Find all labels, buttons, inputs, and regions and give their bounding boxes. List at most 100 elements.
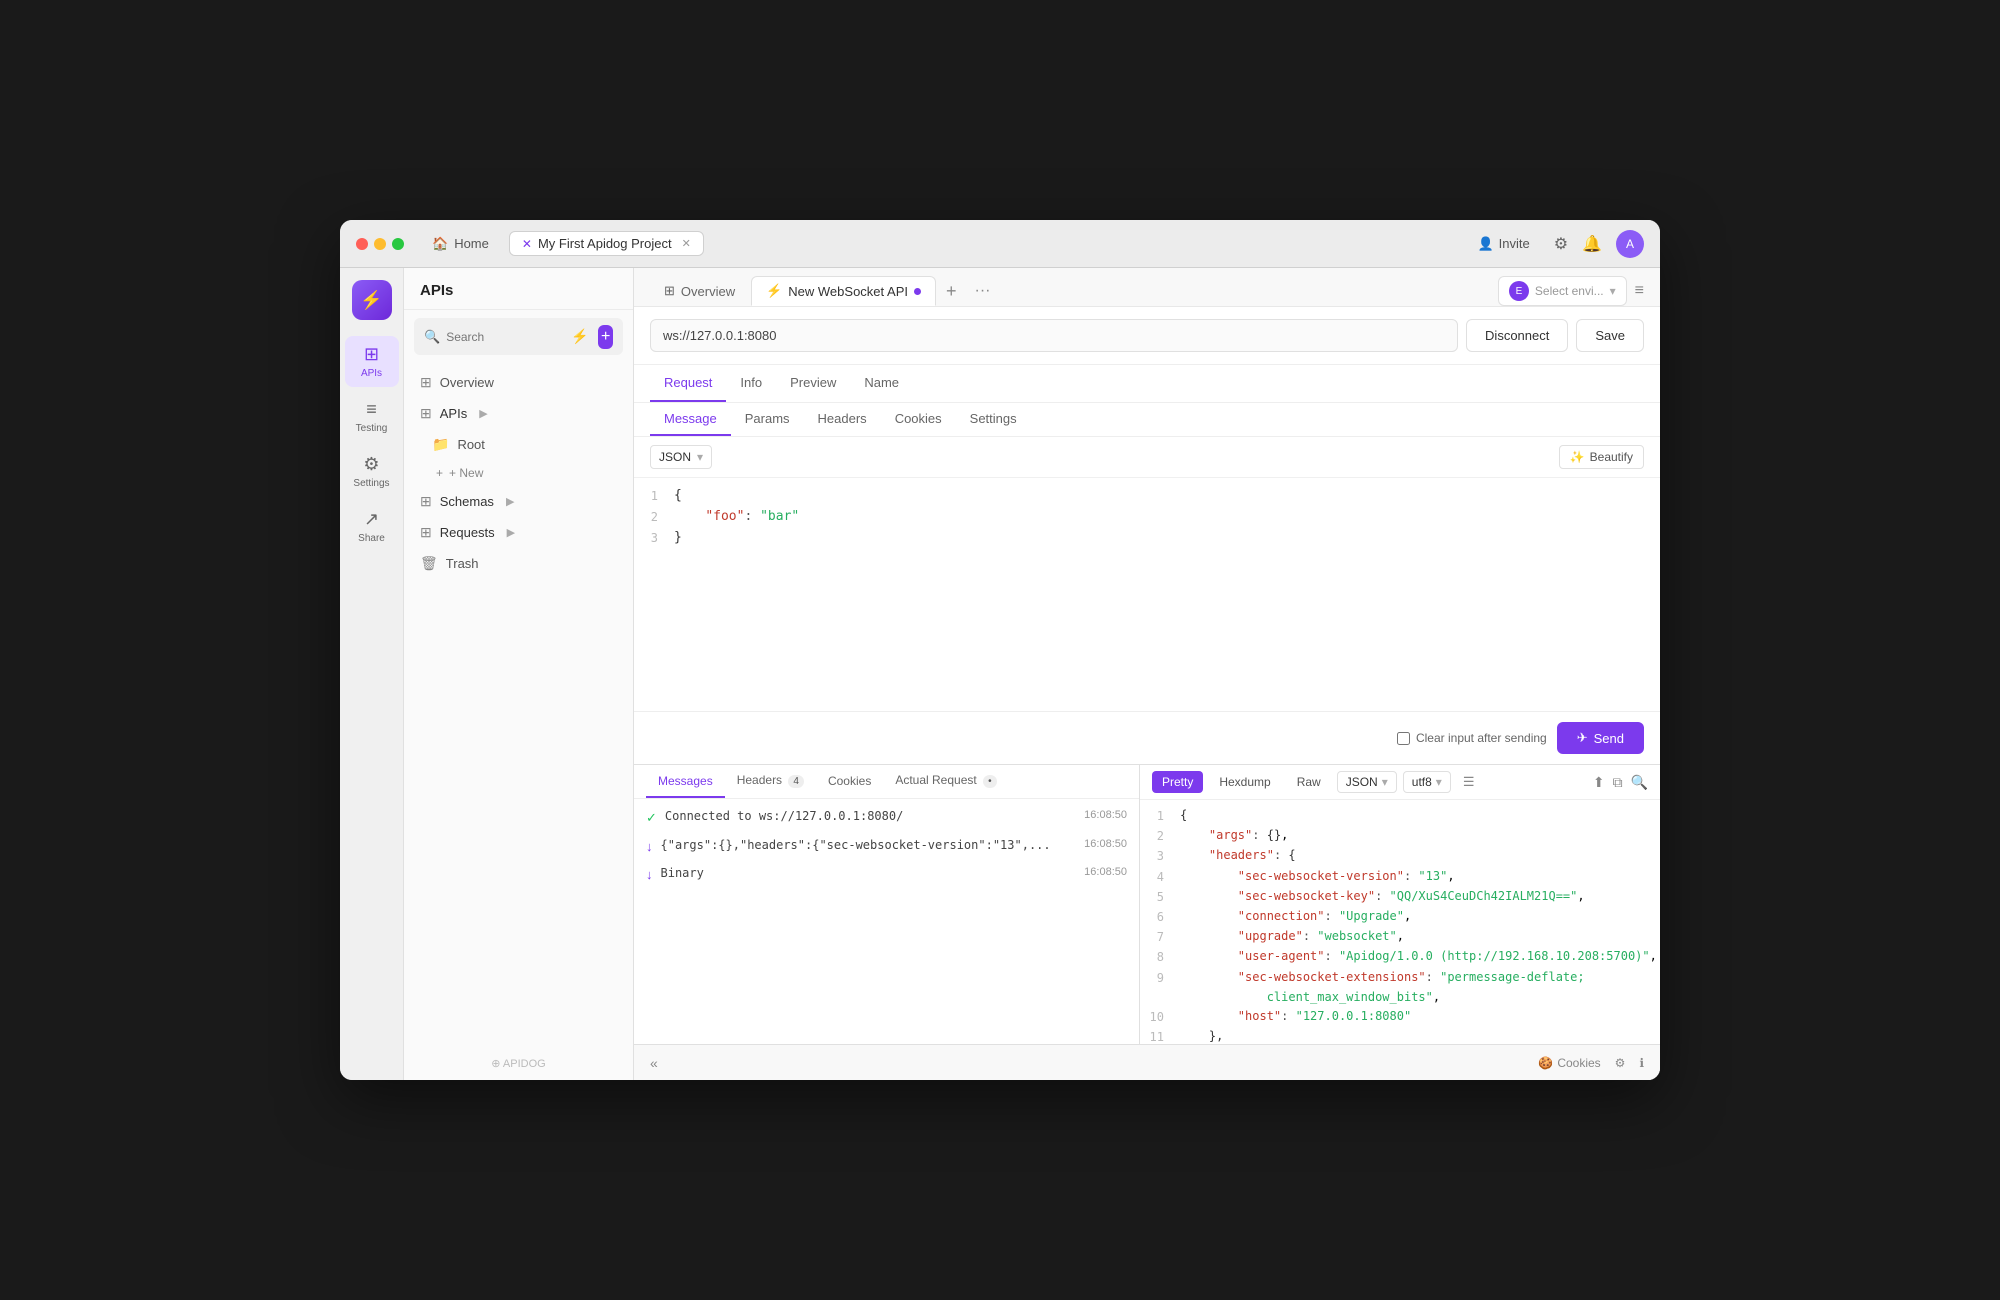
msg-binary-time: 16:08:50 — [1084, 866, 1127, 878]
cookies-status[interactable]: 🍪 Cookies — [1538, 1056, 1600, 1070]
nav-item-apis[interactable]: ⊞ APIs — [345, 336, 399, 387]
save-button[interactable]: Save — [1576, 319, 1644, 352]
home-icon: 🏠 — [432, 236, 448, 252]
beautify-button[interactable]: ✨ Beautify — [1559, 445, 1644, 469]
nav-item-apis-label: APIs — [361, 368, 382, 379]
nav-item-share[interactable]: ↗ Share — [345, 501, 399, 552]
app-logo[interactable]: ⚡ — [352, 280, 392, 320]
rtab-info[interactable]: Info — [726, 365, 776, 402]
mtab-params[interactable]: Params — [731, 403, 804, 436]
overview-tab-icon: ⊞ — [664, 283, 675, 299]
msg-binary: ↓ Binary 16:08:50 — [634, 860, 1139, 888]
msg-connected-text: Connected to ws://127.0.0.1:8080/ — [665, 809, 1076, 823]
copy-icon[interactable]: ⧉ — [1613, 774, 1623, 791]
resp-tab-pretty[interactable]: Pretty — [1152, 771, 1203, 793]
btab-cookies[interactable]: Cookies — [816, 766, 883, 798]
collapse-button[interactable]: « — [650, 1055, 658, 1071]
settings-icon[interactable]: ⚙ — [1554, 234, 1568, 254]
sidebar-item-schemas[interactable]: ⊞ Schemas ▶ — [404, 486, 633, 517]
clear-checkbox[interactable]: Clear input after sending — [1397, 731, 1547, 745]
nav-item-settings[interactable]: ⚙ Settings — [345, 446, 399, 497]
sidebar-item-requests[interactable]: ⊞ Requests ▶ — [404, 517, 633, 548]
binary-down-icon: ↓ — [646, 867, 653, 882]
btab-headers[interactable]: Headers 4 — [725, 765, 816, 798]
settings-status-icon[interactable]: ⚙ — [1615, 1056, 1626, 1070]
rtab-preview[interactable]: Preview — [776, 365, 850, 402]
search-resp-icon[interactable]: 🔍 — [1631, 774, 1648, 791]
logo-icon: ⚡ — [360, 290, 382, 311]
bell-icon[interactable]: 🔔 — [1582, 234, 1602, 254]
cookies-label: Cookies — [1557, 1056, 1600, 1070]
resp-tab-raw[interactable]: Raw — [1287, 771, 1331, 793]
response-toolbar: Pretty Hexdump Raw JSON ▾ utf8 ▾ ☰ — [1140, 765, 1660, 800]
resp-line-6: 6 "connection": "Upgrade", — [1140, 907, 1660, 927]
msg-connected: ✓ Connected to ws://127.0.0.1:8080/ 16:0… — [634, 803, 1139, 832]
list-icon[interactable]: ☰ — [1463, 774, 1475, 790]
msg-connected-time: 16:08:50 — [1084, 809, 1127, 821]
clear-after-send-checkbox[interactable] — [1397, 732, 1410, 745]
nav-item-testing[interactable]: ≡ Testing — [345, 391, 399, 442]
maximize-button[interactable] — [392, 238, 404, 250]
bottom-bar: « 🍪 Cookies ⚙ ℹ — [634, 1044, 1660, 1080]
avatar[interactable]: A — [1616, 230, 1644, 258]
tab-add-button[interactable]: + — [938, 277, 965, 306]
sidebar-footer: ⊕ APIDOG — [404, 1047, 633, 1080]
rtab-request[interactable]: Request — [650, 365, 726, 402]
info-status-icon[interactable]: ℹ — [1639, 1056, 1644, 1070]
content-menu-icon[interactable]: ≡ — [1635, 282, 1644, 300]
tab-overview[interactable]: ⊞ Overview — [650, 277, 749, 305]
beautify-label: Beautify — [1590, 450, 1633, 464]
format-selector[interactable]: JSON ▾ — [650, 445, 712, 469]
tab-modified-dot — [914, 288, 921, 295]
sidebar-logo: ⊕ APIDOG — [420, 1057, 617, 1070]
code-editor[interactable]: 1 { 2 "foo": "bar" 3 } — [634, 478, 1660, 711]
msg-binary-text: Binary — [661, 866, 1077, 880]
sidebar-item-trash[interactable]: 🗑 Trash — [404, 548, 633, 579]
mtab-message[interactable]: Message — [650, 403, 731, 436]
resp-tab-hexdump[interactable]: Hexdump — [1209, 771, 1280, 793]
rtab-name[interactable]: Name — [850, 365, 913, 402]
resp-line-9a: 9 "sec-websocket-extensions": "permessag… — [1140, 968, 1660, 988]
json-format-selector[interactable]: JSON ▾ — [1337, 771, 1397, 793]
minimize-button[interactable] — [374, 238, 386, 250]
env-circle: E — [1509, 281, 1529, 301]
sidebar-new-button[interactable]: + + New — [404, 460, 633, 486]
response-actions: ⬆ ⧉ 🔍 — [1593, 774, 1648, 791]
mtab-settings[interactable]: Settings — [956, 403, 1031, 436]
sidebar-item-overview[interactable]: ⊞ Overview — [404, 367, 633, 398]
project-tab[interactable]: ✕ My First Apidog Project ✕ — [509, 231, 704, 256]
invite-button[interactable]: 👤 Invite — [1467, 232, 1539, 256]
tab-websocket[interactable]: ⚡ New WebSocket API — [751, 276, 936, 306]
nav-item-testing-label: Testing — [356, 423, 388, 434]
url-input[interactable] — [650, 319, 1458, 352]
filter-icon[interactable]: ⚡ — [567, 324, 592, 349]
btab-actual-request[interactable]: Actual Request • — [883, 765, 1008, 798]
nav-item-settings-label: Settings — [353, 478, 389, 489]
apis-icon: ⊞ — [364, 344, 379, 365]
project-tab-label: My First Apidog Project — [538, 236, 672, 251]
resp-line-7: 7 "upgrade": "websocket", — [1140, 927, 1660, 947]
home-tab[interactable]: 🏠 Home — [420, 232, 501, 256]
btab-messages[interactable]: Messages — [646, 766, 725, 798]
schemas-icon: ⊞ — [420, 493, 432, 510]
requests-arrow-icon: ▶ — [507, 526, 515, 539]
add-api-button[interactable]: + — [598, 325, 613, 349]
encoding-selector[interactable]: utf8 ▾ — [1403, 771, 1451, 793]
search-input[interactable] — [446, 330, 561, 344]
mtab-cookies[interactable]: Cookies — [881, 403, 956, 436]
sidebar-item-root[interactable]: 📁 Root — [404, 429, 633, 460]
tab-more-button[interactable]: ··· — [967, 278, 999, 304]
tab-close-button[interactable]: ✕ — [682, 237, 691, 250]
mtab-headers[interactable]: Headers — [804, 403, 881, 436]
close-button[interactable] — [356, 238, 368, 250]
format-chevron-icon: ▾ — [697, 450, 703, 464]
env-selector[interactable]: E Select envi... ▾ — [1498, 276, 1627, 306]
disconnect-button[interactable]: Disconnect — [1466, 319, 1568, 352]
copy-raw-icon[interactable]: ⬆ — [1593, 774, 1605, 791]
invite-label: Invite — [1499, 236, 1530, 251]
sidebar-apis-label: APIs — [440, 406, 467, 421]
send-button[interactable]: ✈ Send — [1557, 722, 1644, 754]
sidebar-item-apis[interactable]: ⊞ APIs ▶ — [404, 398, 633, 429]
overview-icon: ⊞ — [420, 374, 432, 391]
sidebar-search-bar[interactable]: 🔍 ⚡ + — [414, 318, 623, 355]
